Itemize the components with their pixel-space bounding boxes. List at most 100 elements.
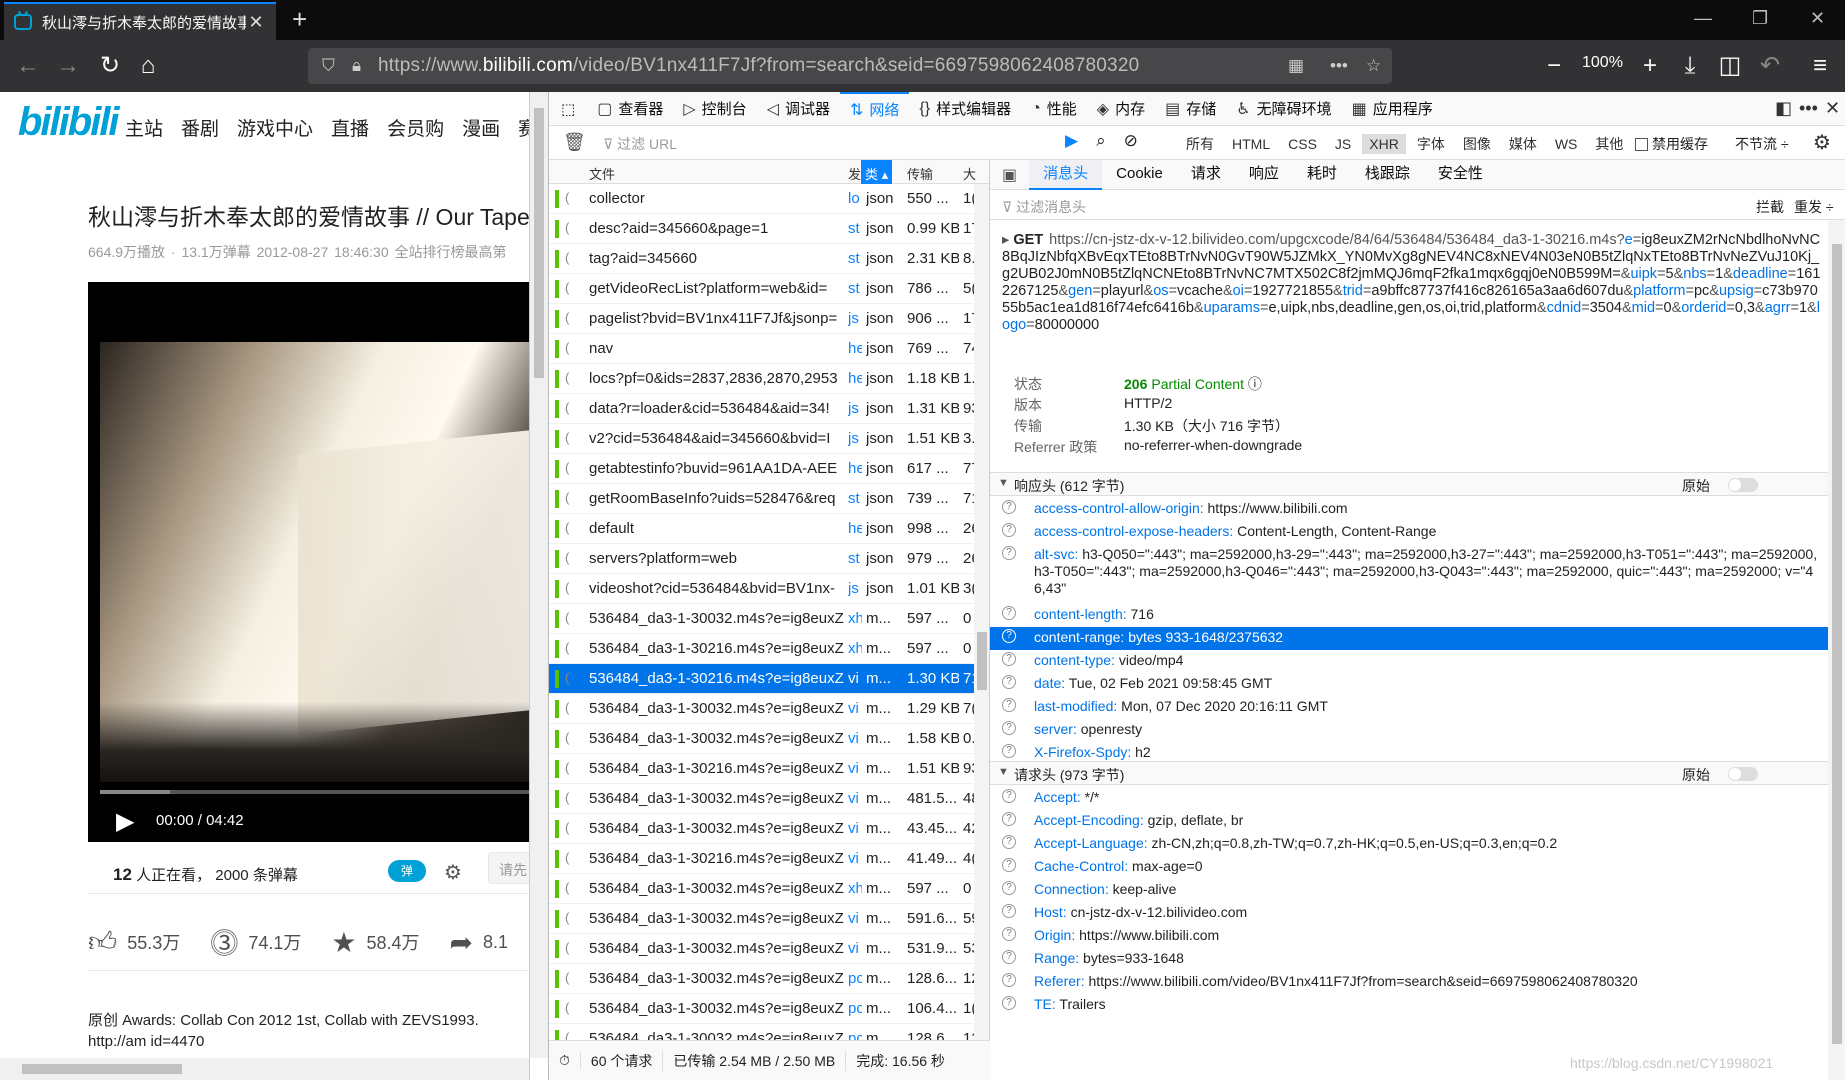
header-row[interactable]: ? Cache-Control: max-age=0 [990,856,1828,879]
block-button[interactable]: 拦截 [1756,197,1784,217]
help-icon[interactable]: ? [1002,606,1016,620]
reload-icon[interactable]: ↻ [96,52,124,80]
type-filter-button[interactable]: JS [1328,134,1358,154]
throttle-select[interactable]: 不节流 ÷ [1735,134,1789,154]
header-row[interactable]: ? Range: bytes=933-1648 [990,948,1828,971]
help-icon[interactable]: ? [1002,629,1016,643]
request-row[interactable]: (data?r=loader&cid=536484&aid=34! js json 1… [549,394,989,424]
help-icon[interactable]: ? [1002,835,1016,849]
page-actions-icon[interactable]: ••• [1330,56,1348,76]
header-row[interactable]: ? Connection: keep-alive [990,879,1828,902]
tab-accessibility[interactable]: ♿︎ 无障碍环境 [1226,92,1341,126]
minimize-icon[interactable]: — [1694,8,1712,29]
raw-toggle[interactable] [1728,767,1758,781]
qr-code-icon[interactable]: ▦ [1288,56,1304,76]
header-filter-input[interactable]: ⊽ 过滤消息头 [1002,197,1086,217]
header-row[interactable]: ? Accept-Encoding: gzip, deflate, br [990,810,1828,833]
request-row[interactable]: (desc?aid=345660&page=1 st json 0.99 KB 17 [549,214,989,244]
url-bar[interactable]: ⛉ 🔒︎ https://www.bilibili.com/video/BV1n… [308,48,1392,84]
help-icon[interactable]: ? [1002,652,1016,666]
header-row[interactable]: ? Accept: */* [990,787,1828,810]
nav-item-bangumi[interactable]: 番剧 [181,114,219,141]
request-row[interactable]: (536484_da3-1-30032.m4s?e=ig8euxZ vi m... 1… [549,694,989,724]
danmaku-toggle[interactable]: 弹 [388,860,426,882]
request-row[interactable]: (536484_da3-1-30032.m4s?e=ig8euxZxhm... 5… [549,874,989,904]
column-transfer[interactable]: 传输 [907,164,933,183]
trash-icon[interactable]: 🗑︎ [563,132,586,153]
tab-application[interactable]: ▦ 应用程序 [1342,92,1443,126]
like-button[interactable]: 👍︎ 55.3万 [88,922,180,962]
help-icon[interactable]: ? [1002,698,1016,712]
gear-icon[interactable]: ⚙ [1813,130,1831,155]
tab-memory[interactable]: ◈ 内存 [1087,92,1155,126]
nav-item-games[interactable]: 游戏中心 [237,114,313,141]
coin-button[interactable]: ⓷ 74.1万 [210,922,301,962]
request-row[interactable]: (v2?cid=536484&aid=345660&bvid=I js json 1.… [549,424,989,454]
header-row[interactable]: ? content-range: bytes 933-1648/2375632 [990,627,1828,650]
expand-arrow-icon[interactable]: ▸ [1002,232,1013,248]
header-row[interactable]: ? alt-svc: h3-Q050=":443"; ma=2592000,h3-… [990,544,1828,604]
zoom-level[interactable]: 100% [1582,54,1623,72]
page-horizontal-scrollbar[interactable] [0,1058,529,1080]
column-file[interactable]: 文件 [589,164,615,183]
type-filter-button[interactable]: CSS [1281,134,1324,154]
url-text[interactable]: https://www.bilibili.com/video/BV1nx411F… [378,55,1139,77]
detail-tab[interactable]: 栈跟踪 [1351,160,1424,190]
help-icon[interactable]: ? [1002,789,1016,803]
detail-tab[interactable]: 响应 [1235,160,1293,190]
request-row[interactable]: (536484_da3-1-30032.m4s?e=ig8euxZ vi m... 4… [549,814,989,844]
request-row[interactable]: (536484_da3-1-30216.m4s?e=ig8euxZxhm... 5… [549,634,989,664]
request-row[interactable]: (locs?pf=0&ids=2837,2836,2870,2953 hejson… [549,364,989,394]
nav-item-live[interactable]: 直播 [331,114,369,141]
header-row[interactable]: ? server: openresty [990,719,1828,742]
menu-icon[interactable]: ≡ [1806,52,1834,80]
tab-storage[interactable]: ▤ 存储 [1155,92,1226,126]
url-filter-input[interactable]: ⊽ 过滤 URL [603,134,677,154]
downloads-icon[interactable]: ⤓ [1676,52,1704,80]
request-row[interactable]: (tag?aid=345660 st json 2.31 KB 8. [549,244,989,274]
element-picker-icon[interactable]: ⬚ [549,92,587,126]
header-row[interactable]: ? content-type: video/mp4 [990,650,1828,673]
request-row[interactable]: (536484_da3-1-30032.m4s?e=ig8euxZ vi m... 4… [549,784,989,814]
type-filter-button[interactable]: XHR [1362,134,1406,154]
request-row[interactable]: (getVideoRecList?platform=web&id= st json 7… [549,274,989,304]
header-row[interactable]: ? Referer: https://www.bilibili.com/video… [990,971,1828,994]
request-headers-section[interactable]: ▼ 请求头 (973 字节) 原始 [990,761,1828,785]
header-row[interactable]: ? Host: cn-jstz-dx-v-12.bilivideo.com [990,902,1828,925]
undo-icon[interactable]: ↶ [1756,52,1784,80]
new-tab-icon[interactable]: + [292,4,307,35]
header-row[interactable]: ? Origin: https://www.bilibili.com [990,925,1828,948]
header-row[interactable]: ? access-control-allow-origin: https://ww… [990,498,1828,521]
detail-tab[interactable]: 消息头 [1029,160,1103,190]
help-icon[interactable]: ? [1002,675,1016,689]
request-row[interactable]: (getabtestinfo?buvid=961AA1DA-AEE hejson 6… [549,454,989,484]
type-filter-button[interactable]: HTML [1225,134,1277,154]
request-row[interactable]: (collector lo json 550 ... 1( [549,184,989,214]
bilibili-logo[interactable]: bilibili [18,100,120,145]
search-icon[interactable]: ⌕ [1096,131,1106,151]
play-icon[interactable]: ▶ [116,807,134,836]
tab-debugger[interactable]: ◁ 调试器 [757,92,840,126]
response-headers-section[interactable]: ▼ 响应头 (612 字节) 原始 [990,472,1828,496]
raw-toggle[interactable] [1728,478,1758,492]
request-row[interactable]: (pagelist?bvid=BV1nx411F7Jf&jsonp= js json… [549,304,989,334]
type-filter-button[interactable]: 其他 [1588,134,1630,154]
help-icon[interactable]: ? [1002,904,1016,918]
detail-tab[interactable]: 请求 [1177,160,1235,190]
request-row[interactable]: (videoshot?cid=536484&bvid=BV1nx-js json 1… [549,574,989,604]
request-row[interactable]: (536484_da3-1-30032.m4s?e=ig8euxZ vi m... 5… [549,934,989,964]
close-tab-icon[interactable]: ✕ [246,12,266,33]
shield-icon[interactable]: ⛉ [322,56,335,76]
help-icon[interactable]: ? [1002,858,1016,872]
tab-performance[interactable]: ◔ 性能 [1021,92,1087,126]
help-icon[interactable]: ? [1002,812,1016,826]
detail-tab[interactable]: 耗时 [1293,160,1351,190]
detail-tab[interactable]: 安全性 [1424,160,1497,190]
request-row[interactable]: (servers?platform=web st json 979 ... 26 [549,544,989,574]
column-size[interactable]: 大 [963,164,976,183]
zoom-out-icon[interactable]: − [1540,52,1568,80]
help-icon[interactable]: ? [1002,744,1016,758]
help-icon[interactable]: ? [1002,973,1016,987]
type-filter-button[interactable]: 所有 [1179,134,1221,154]
forward-icon[interactable]: → [54,52,82,80]
